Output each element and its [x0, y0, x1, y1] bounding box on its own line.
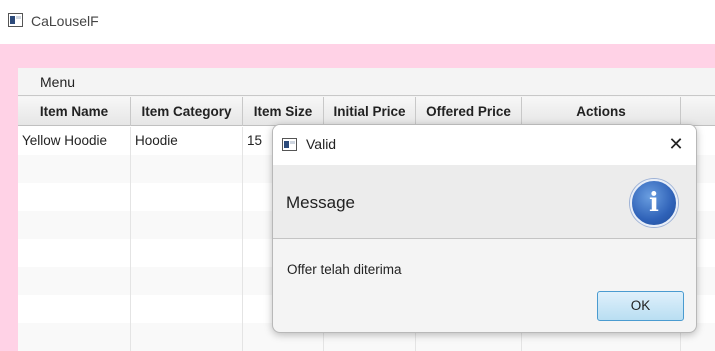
- column-header-offered-price[interactable]: Offered Price: [416, 97, 522, 126]
- app-window-icon: [8, 13, 23, 27]
- dialog-header: Message i: [273, 165, 696, 239]
- close-icon[interactable]: ✕: [666, 133, 686, 155]
- column-header-initial-price[interactable]: Initial Price: [324, 97, 416, 126]
- table-header: Item Name Item Category Item Size Initia…: [18, 97, 715, 126]
- valid-dialog: Valid ✕ Message i Offer telah diterima O…: [272, 124, 697, 333]
- menu-button[interactable]: Menu: [40, 74, 75, 90]
- menubar: Menu: [18, 68, 715, 96]
- column-header-item-name[interactable]: Item Name: [18, 97, 131, 126]
- window-titlebar: CaLouselF: [0, 0, 715, 44]
- dialog-message: Offer telah diterima: [287, 262, 402, 277]
- info-icon: i: [630, 179, 678, 227]
- cell-item-name: Yellow Hoodie: [18, 127, 131, 155]
- column-header-actions[interactable]: Actions: [522, 97, 681, 126]
- column-header-filler: [681, 97, 715, 126]
- dialog-titlebar[interactable]: Valid ✕: [273, 125, 696, 165]
- dialog-header-text: Message: [286, 193, 355, 212]
- cell-item-category: Hoodie: [131, 127, 243, 155]
- dialog-window-icon: [282, 138, 297, 151]
- column-header-item-size[interactable]: Item Size: [243, 97, 324, 126]
- window-title: CaLouselF: [31, 13, 99, 29]
- ok-button[interactable]: OK: [597, 291, 684, 321]
- column-header-item-category[interactable]: Item Category: [131, 97, 243, 126]
- dialog-title: Valid: [306, 136, 337, 152]
